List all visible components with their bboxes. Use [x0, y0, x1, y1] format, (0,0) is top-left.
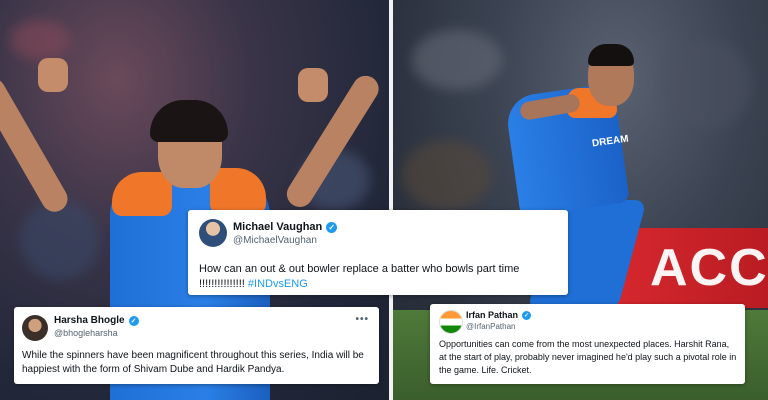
verified-badge-icon: ✓ — [326, 221, 338, 233]
more-options-icon[interactable]: ••• — [355, 314, 369, 325]
author-handle[interactable]: @bhogleharsha — [54, 328, 118, 338]
author-handle[interactable]: @IrfanPathan — [466, 322, 515, 331]
image-divider — [389, 0, 393, 400]
crowd-blur — [662, 40, 752, 130]
tweet-card-michael-vaughan[interactable]: Michael Vaughan ✓ @MichaelVaughan How ca… — [188, 210, 568, 295]
crowd-blur — [412, 30, 502, 90]
author-row: Harsha Bhogle ✓ — [54, 315, 139, 326]
author-name[interactable]: Harsha Bhogle — [54, 315, 125, 326]
author-row: Irfan Pathan ✓ — [466, 310, 532, 320]
player-arm-left — [0, 73, 73, 217]
author-name[interactable]: Michael Vaughan — [233, 221, 322, 233]
verified-badge-icon: ✓ — [128, 315, 139, 326]
hashtag-link[interactable]: #INDvsENG — [248, 278, 308, 290]
tweet-card-irfan-pathan[interactable]: Irfan Pathan ✓ @IrfanPathan Opportunitie… — [430, 304, 745, 384]
tweet-text: Opportunities can come from the most une… — [439, 339, 737, 375]
jersey-shoulder-right — [210, 168, 266, 214]
avatar[interactable] — [199, 219, 227, 247]
author-handle[interactable]: @MichaelVaughan — [233, 235, 317, 246]
player-hair — [150, 100, 228, 142]
tweet-text: While the spinners have been magnificent… — [22, 350, 364, 375]
jersey-shoulder-left — [112, 172, 172, 216]
crowd-blur — [10, 20, 70, 60]
crowd-blur — [20, 200, 100, 280]
tweet-card-harsha-bhogle[interactable]: Harsha Bhogle ✓ @bhogleharsha ••• While … — [14, 307, 379, 384]
author-name[interactable]: Irfan Pathan — [466, 310, 518, 320]
banner-text: ACC — [650, 239, 768, 297]
player-hand-left — [38, 58, 68, 92]
author-row: Michael Vaughan ✓ — [233, 221, 338, 233]
avatar[interactable] — [22, 315, 48, 341]
avatar[interactable] — [439, 310, 463, 334]
player-hair — [588, 44, 634, 66]
verified-badge-icon: ✓ — [522, 310, 532, 320]
crowd-blur — [402, 140, 492, 210]
tweet-text: How can an out & out bowler replace a ba… — [199, 262, 559, 292]
player-hand-right — [298, 68, 328, 102]
